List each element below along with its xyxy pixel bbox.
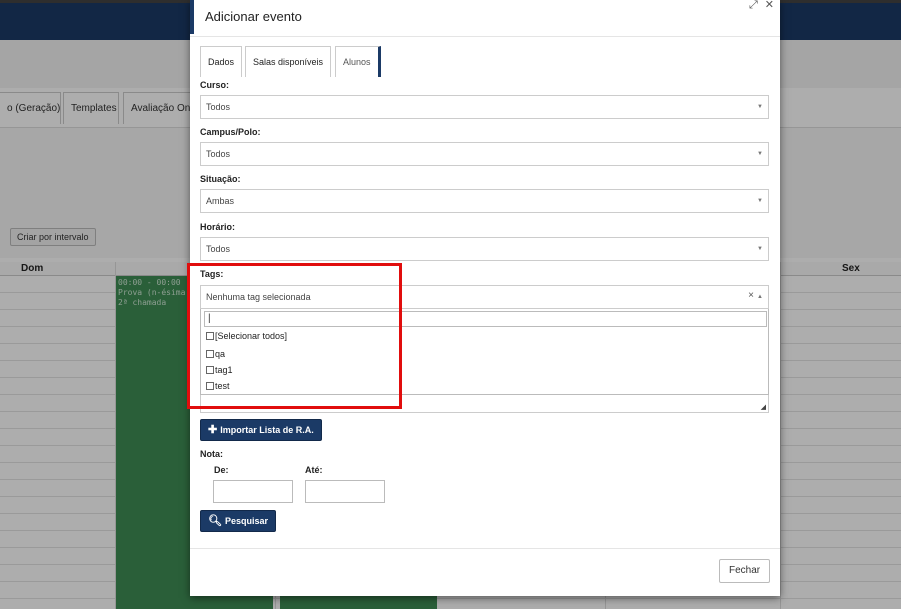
curso-value: Todos bbox=[206, 102, 231, 112]
nota-label: Nota: bbox=[200, 449, 223, 459]
import-ra-button[interactable]: ✚ Importar Lista de R.A. bbox=[200, 419, 322, 441]
modal-accent-bar bbox=[190, 0, 194, 34]
resize-handle-icon[interactable]: ◢ bbox=[761, 403, 766, 411]
tab-alunos[interactable]: Alunos bbox=[335, 46, 381, 77]
tab-dados[interactable]: Dados bbox=[200, 46, 243, 77]
horario-value: Todos bbox=[206, 244, 231, 254]
situacao-value: Ambas bbox=[206, 196, 235, 206]
search-icon: 🔍︎ bbox=[208, 515, 222, 527]
divider bbox=[190, 548, 780, 549]
caret-down-icon: ▼ bbox=[757, 198, 763, 204]
curso-label: Curso: bbox=[200, 80, 229, 90]
nota-de-label: De: bbox=[214, 465, 229, 475]
expand-icon[interactable]: ⤢ bbox=[749, 0, 758, 11]
curso-select[interactable]: Todos ▼ bbox=[200, 95, 769, 119]
caret-down-icon: ▼ bbox=[757, 246, 763, 252]
caret-down-icon: ▼ bbox=[757, 151, 763, 157]
situacao-select[interactable]: Ambas ▼ bbox=[200, 189, 769, 213]
caret-up-icon: ▲ bbox=[757, 294, 763, 300]
horario-label: Horário: bbox=[200, 222, 236, 232]
modal-title: Adicionar evento bbox=[205, 9, 302, 24]
clear-icon[interactable]: × bbox=[748, 285, 754, 307]
situacao-label: Situação: bbox=[200, 174, 241, 184]
tab-salas-disponiveis[interactable]: Salas disponíveis bbox=[245, 46, 332, 77]
modal-window-controls: ⤢ ✕ bbox=[742, 0, 774, 12]
campus-select[interactable]: Todos ▼ bbox=[200, 142, 769, 166]
divider bbox=[190, 36, 780, 37]
nota-de-input[interactable] bbox=[213, 480, 293, 503]
campus-value: Todos bbox=[206, 149, 231, 159]
plus-icon: ✚ bbox=[208, 424, 218, 436]
nota-ate-input[interactable] bbox=[305, 480, 385, 503]
nota-ate-label: Até: bbox=[305, 465, 323, 475]
caret-down-icon: ▼ bbox=[757, 104, 763, 110]
close-icon[interactable]: ✕ bbox=[765, 0, 774, 11]
highlight-annotation-box bbox=[187, 263, 402, 409]
horario-select[interactable]: Todos ▼ bbox=[200, 237, 769, 261]
fechar-button[interactable]: Fechar bbox=[719, 559, 771, 583]
campus-label: Campus/Polo: bbox=[200, 127, 261, 137]
pesquisar-button[interactable]: 🔍︎ Pesquisar bbox=[200, 510, 276, 532]
